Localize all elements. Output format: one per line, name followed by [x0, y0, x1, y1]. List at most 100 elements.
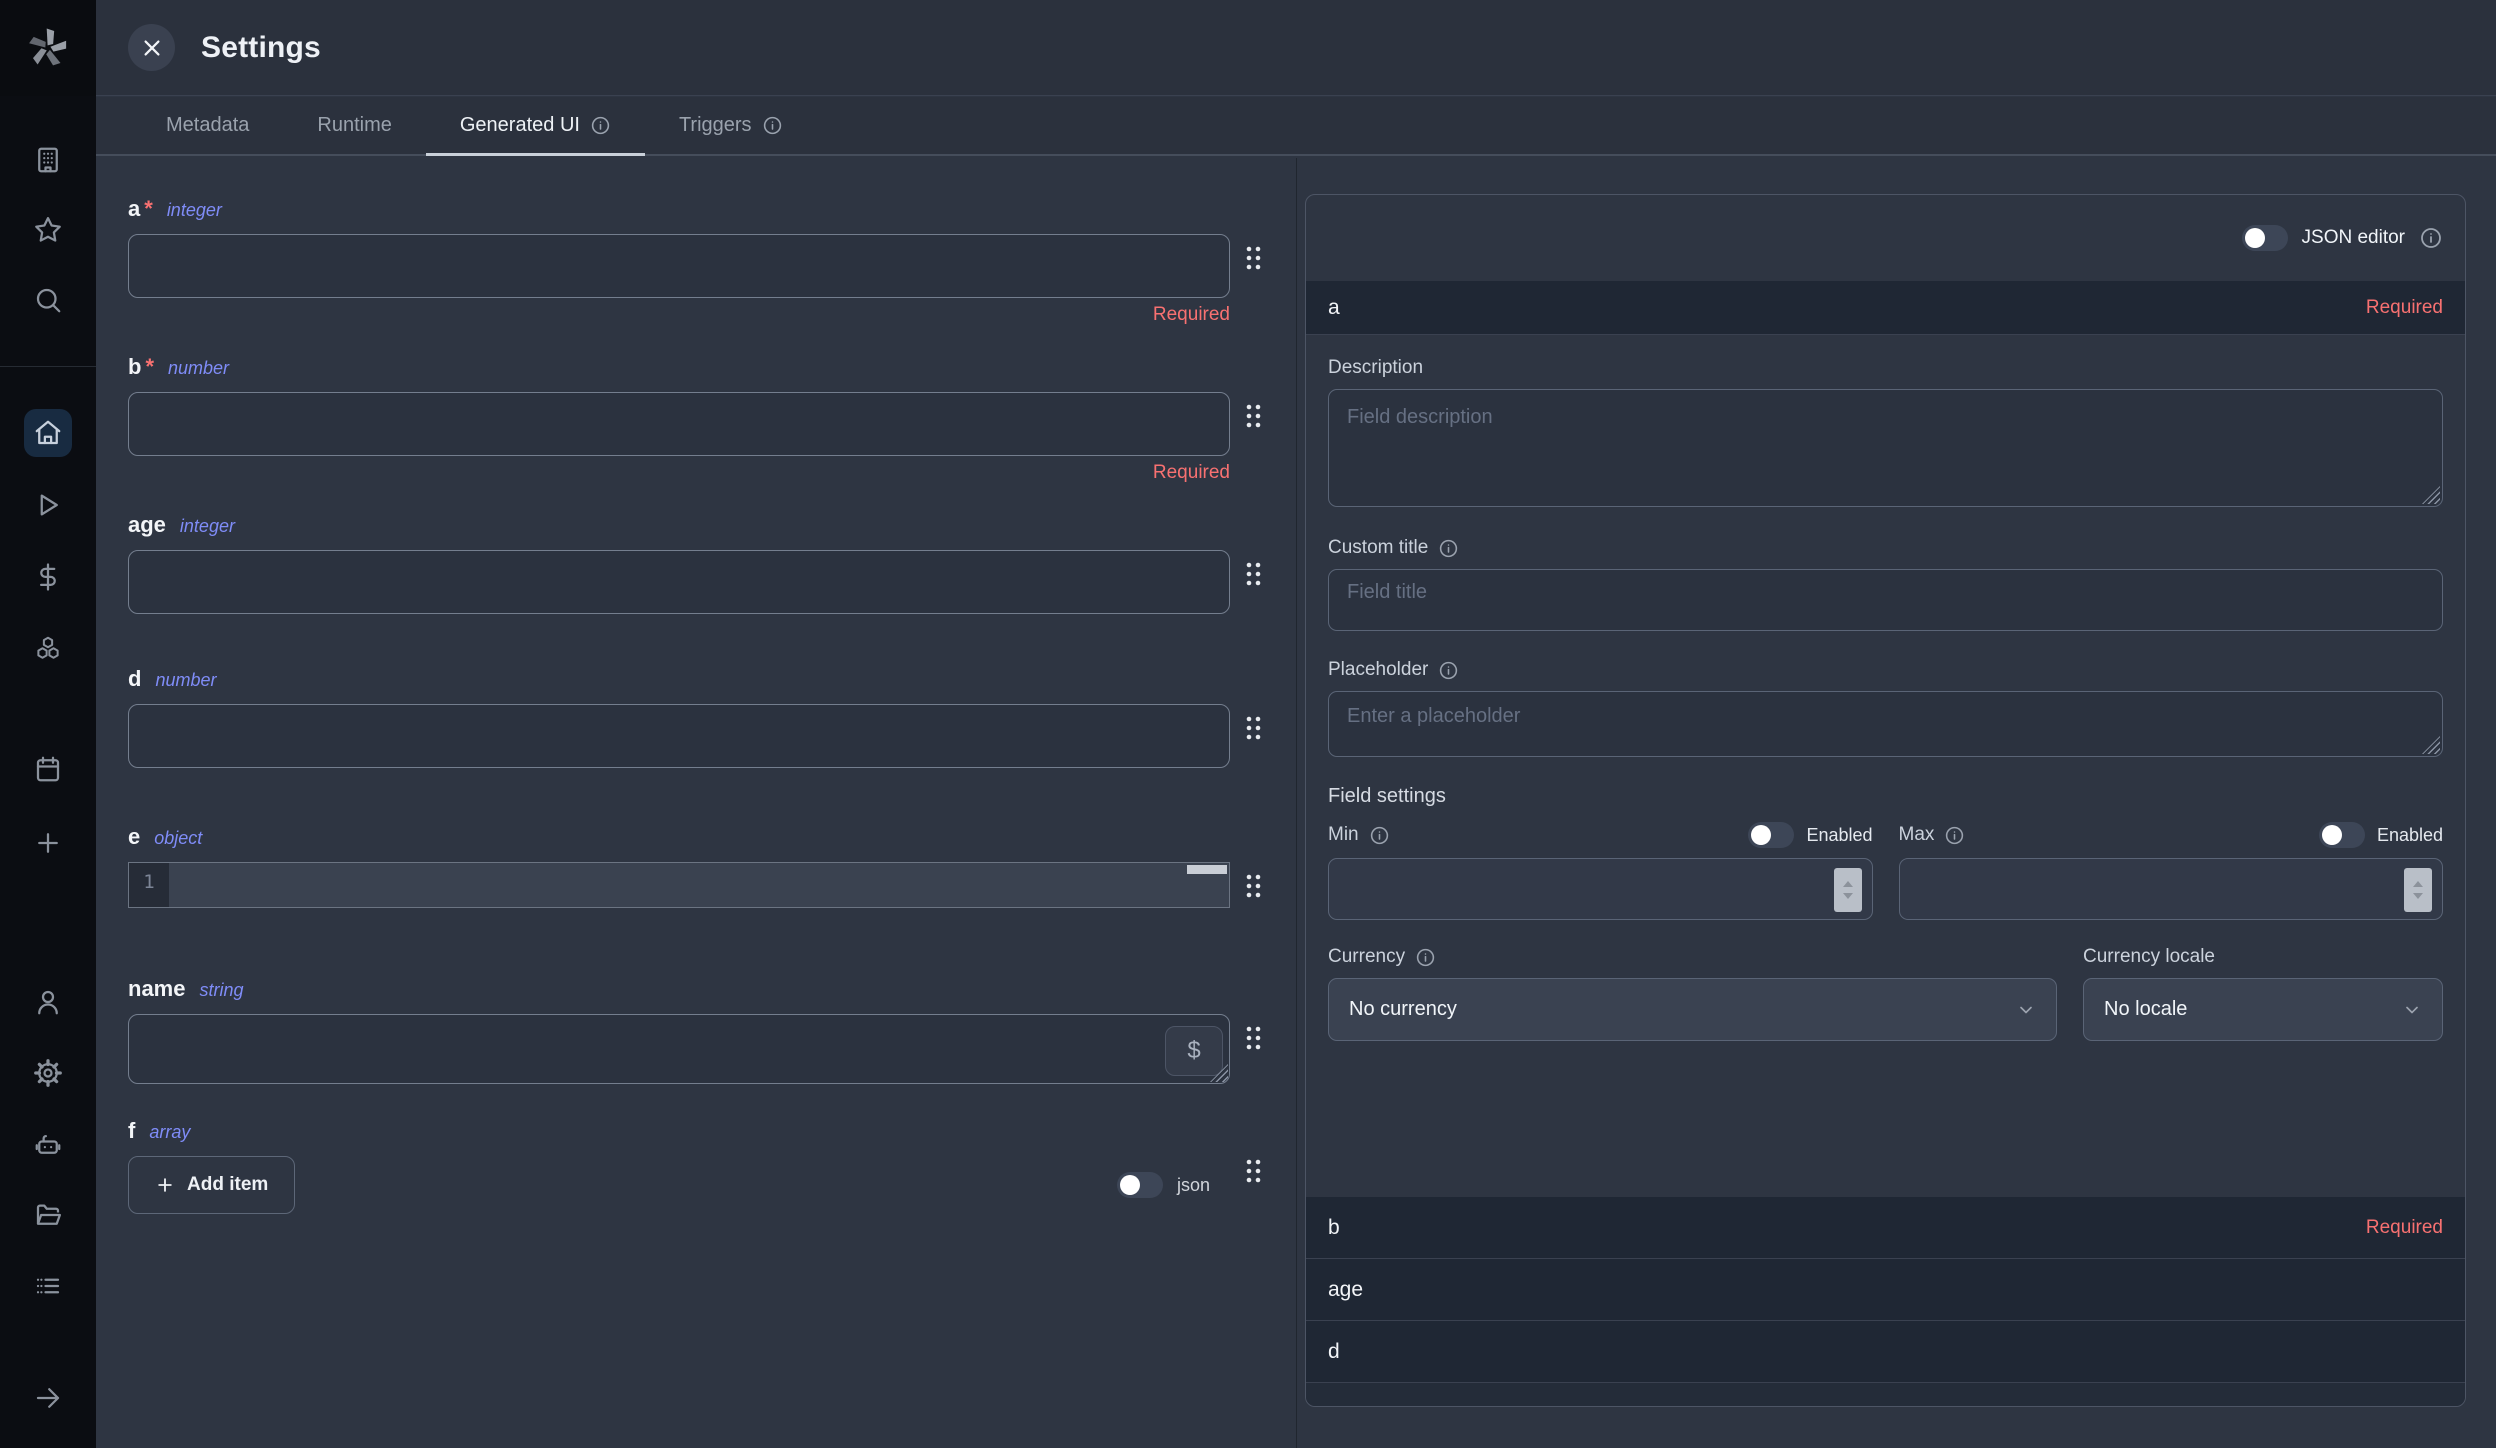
search-icon	[33, 285, 63, 315]
field-editor-body: Description Field description Custom tit…	[1306, 335, 2465, 1197]
building-icon	[33, 145, 63, 175]
field-type: number	[155, 670, 216, 691]
app-logo[interactable]	[0, 0, 96, 96]
info-icon	[762, 115, 783, 136]
tab-metadata[interactable]: Metadata	[132, 97, 283, 154]
custom-title-placeholder: Field title	[1329, 570, 2442, 630]
tab-runtime[interactable]: Runtime	[283, 97, 425, 154]
pinwheel-logo-icon	[19, 19, 77, 77]
resize-handle[interactable]	[2422, 486, 2440, 504]
grip-dots-icon	[1244, 560, 1263, 588]
required-hint: Required	[128, 462, 1230, 486]
plus-icon	[155, 1175, 175, 1195]
field-age-input[interactable]	[128, 550, 1230, 614]
sidebar-item-home[interactable]	[24, 409, 72, 457]
gear-icon	[33, 1058, 63, 1088]
chevron-down-icon	[2402, 1000, 2422, 1020]
currency-locale-select[interactable]: No locale	[2083, 978, 2443, 1041]
max-enabled-toggle[interactable]	[2319, 822, 2365, 848]
currency-grid: Currency No currency Currency locale	[1328, 946, 2443, 1041]
sidebar-item-settings[interactable]	[28, 1053, 68, 1093]
grip-dots-icon	[1244, 1024, 1263, 1052]
custom-title-label: Custom title	[1328, 537, 2443, 559]
min-enabled-toggle[interactable]	[1748, 822, 1794, 848]
json-editor-row: JSON editor	[1306, 195, 2465, 281]
x-icon	[141, 37, 163, 59]
field-row-required: Required	[2366, 297, 2443, 319]
info-icon	[590, 115, 611, 136]
field-name: b	[128, 354, 141, 380]
field-a-input[interactable]	[128, 234, 1230, 298]
placeholder-textarea[interactable]: Enter a placeholder	[1328, 691, 2443, 757]
currency-value: No currency	[1349, 998, 1457, 1021]
sidebar-item-schedules[interactable]	[28, 749, 68, 789]
drag-handle[interactable]	[1230, 704, 1276, 742]
grip-dots-icon	[1244, 1157, 1263, 1185]
drag-handle[interactable]	[1230, 392, 1276, 430]
sidebar-item-variables[interactable]	[28, 557, 68, 597]
dollar-icon	[33, 562, 63, 592]
json-editor-toggle[interactable]	[2242, 225, 2288, 251]
editor-scrollbar-thumb[interactable]	[1187, 865, 1227, 874]
page-title: Settings	[201, 31, 321, 65]
home-icon	[33, 418, 63, 448]
sidebar-item-logs[interactable]	[28, 1266, 68, 1306]
number-spinner[interactable]	[2404, 868, 2432, 912]
sidebar-item-users[interactable]	[28, 982, 68, 1022]
max-enabled-label: Enabled	[2377, 825, 2443, 846]
json-toggle[interactable]	[1117, 1172, 1163, 1198]
field-name: f	[128, 1118, 135, 1144]
currency-label: Currency	[1328, 946, 2057, 968]
close-button[interactable]	[128, 24, 175, 71]
sidebar-item-search[interactable]	[28, 280, 68, 320]
sidebar-item-workers[interactable]	[28, 1124, 68, 1164]
tab-generated-ui[interactable]: Generated UI	[426, 97, 645, 154]
drag-handle[interactable]	[1230, 1157, 1276, 1185]
drag-handle[interactable]	[1230, 550, 1276, 588]
currency-locale-value: No locale	[2104, 998, 2187, 1021]
drag-handle[interactable]	[1230, 234, 1276, 272]
header: Settings	[96, 0, 2496, 96]
sidebar-item-building[interactable]	[28, 140, 68, 180]
add-item-button[interactable]: Add item	[128, 1156, 295, 1214]
field-row-b[interactable]: b Required	[1306, 1197, 2465, 1259]
custom-title-input[interactable]: Field title	[1328, 569, 2443, 631]
description-textarea[interactable]: Field description	[1328, 389, 2443, 507]
sidebar-item-add[interactable]	[28, 823, 68, 863]
field-row-age[interactable]: age	[1306, 1259, 2465, 1321]
field-row-partial[interactable]	[1306, 1383, 2465, 1406]
tab-label: Metadata	[166, 114, 249, 137]
sidebar-item-runs[interactable]	[28, 485, 68, 525]
sidebar-expand[interactable]	[28, 1378, 68, 1418]
field-e-code-editor[interactable]: 1	[128, 862, 1230, 908]
field-row-a[interactable]: a Required	[1306, 281, 2465, 335]
json-editor-label: JSON editor	[2302, 227, 2405, 249]
placeholder-placeholder: Enter a placeholder	[1329, 692, 2442, 756]
grip-dots-icon	[1244, 402, 1263, 430]
field-name: d	[128, 666, 141, 692]
field-type: number	[168, 358, 229, 379]
min-number-input[interactable]	[1328, 858, 1873, 920]
max-number-input[interactable]	[1899, 858, 2444, 920]
field-b-input[interactable]	[128, 392, 1230, 456]
sidebar-item-star[interactable]	[28, 210, 68, 250]
info-icon	[2419, 226, 2443, 250]
number-spinner[interactable]	[1834, 868, 1862, 912]
sidebar	[0, 0, 96, 1448]
sidebar-item-folders[interactable]	[28, 1195, 68, 1235]
variable-picker-button[interactable]: $	[1165, 1026, 1223, 1076]
info-icon	[1944, 825, 1965, 846]
drag-handle[interactable]	[1230, 1014, 1276, 1052]
tab-label: Runtime	[317, 114, 391, 137]
field-d-input[interactable]	[128, 704, 1230, 768]
field-name-input[interactable]	[128, 1014, 1230, 1084]
arrow-right-icon	[33, 1383, 63, 1413]
currency-select[interactable]: No currency	[1328, 978, 2057, 1041]
field-row-d[interactable]: d	[1306, 1321, 2465, 1383]
drag-handle[interactable]	[1230, 862, 1276, 900]
tab-triggers[interactable]: Triggers	[645, 97, 817, 154]
sidebar-item-resources[interactable]	[28, 629, 68, 669]
calendar-icon	[33, 754, 63, 784]
user-icon	[33, 987, 63, 1017]
spinner-down-icon	[2413, 893, 2423, 899]
